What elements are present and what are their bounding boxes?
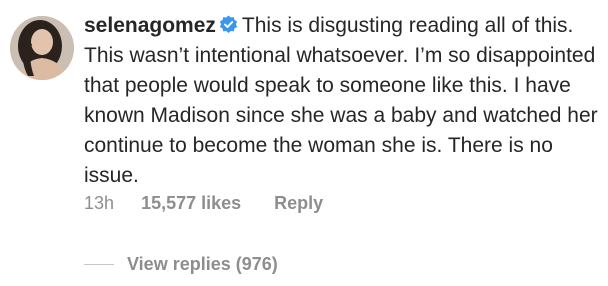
comment-timestamp: 13h xyxy=(84,193,115,213)
avatar[interactable] xyxy=(10,16,74,80)
comment-meta: 13h 15,577 likes Reply xyxy=(84,192,323,214)
view-replies-divider xyxy=(84,263,114,265)
view-replies-button[interactable]: View replies (976) xyxy=(84,252,278,276)
comment-body: selenagomez This is disgusting reading al… xyxy=(84,11,602,191)
likes-count-button[interactable]: 15,577 likes xyxy=(141,192,241,214)
avatar-image xyxy=(10,16,74,80)
comment-text: This is disgusting reading all of this. … xyxy=(84,14,598,187)
reply-button[interactable]: Reply xyxy=(274,192,323,214)
username-link[interactable]: selenagomez xyxy=(84,14,216,37)
view-replies-label: View replies (976) xyxy=(127,253,278,274)
comment: selenagomez This is disgusting reading al… xyxy=(0,0,608,286)
verified-badge-icon xyxy=(219,15,238,33)
